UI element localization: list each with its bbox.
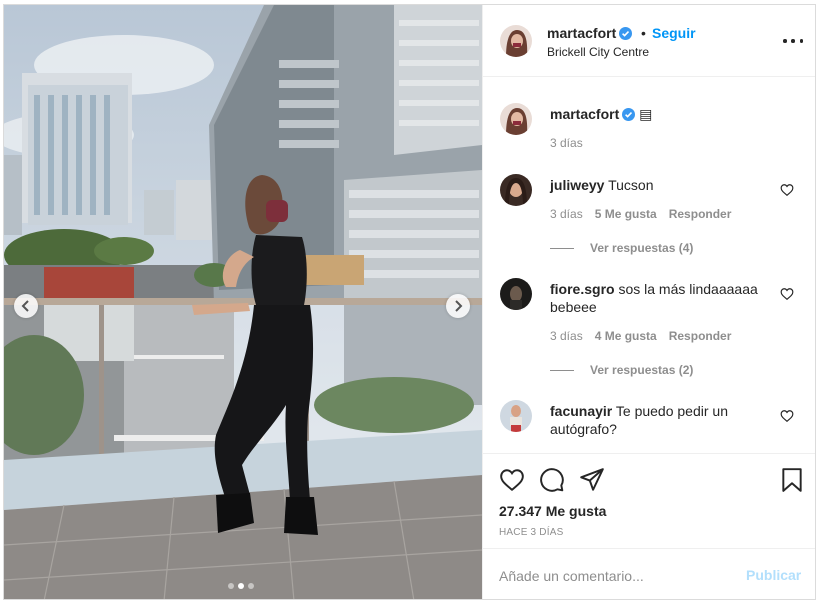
commenter-avatar-image: [500, 174, 532, 206]
caption-avatar-image: [500, 103, 532, 135]
comment-input[interactable]: [499, 567, 729, 585]
photo-illustration: [4, 5, 482, 599]
header-separator: •: [641, 25, 646, 41]
follow-button[interactable]: Seguir: [652, 25, 696, 41]
comment-likes[interactable]: 4 Me gusta: [595, 329, 657, 343]
comment-username[interactable]: juliweyy: [550, 177, 604, 193]
comment-text-1: juliweyy Tucson: [550, 176, 770, 194]
comment-username[interactable]: fiore.sgro: [550, 281, 615, 297]
verified-badge-icon: [622, 108, 636, 121]
more-horizontal-icon: [799, 39, 803, 43]
comment-text-3: facunayir Te puedo pedir un autógrafo?: [550, 402, 770, 438]
heart-icon[interactable]: [780, 409, 794, 423]
comment-avatar-fiore[interactable]: [500, 278, 532, 310]
view-replies-button[interactable]: Ver respuestas (4): [550, 241, 693, 255]
comment-time[interactable]: 3 días: [550, 207, 583, 221]
caption: martacfort ▤: [550, 105, 770, 123]
replies-line: [550, 369, 574, 371]
post-card: martacfort • Seguir Brickell City Centre…: [3, 4, 816, 600]
chevron-left-icon: [21, 300, 29, 312]
caption-username[interactable]: martacfort: [550, 106, 619, 122]
commenter-avatar-image: [500, 278, 532, 310]
author-username[interactable]: martacfort: [547, 25, 633, 41]
post-photo[interactable]: [4, 5, 482, 599]
verified-badge-icon: [619, 27, 633, 40]
more-horizontal-icon: [791, 39, 795, 43]
comment-meta-1: 3 días 5 Me gusta Responder: [550, 207, 731, 221]
author-avatar-image: [500, 25, 532, 57]
caption-emoji: ▤: [639, 106, 653, 122]
view-replies-label[interactable]: Ver respuestas (2): [590, 363, 693, 377]
more-options-button[interactable]: [783, 33, 803, 49]
carousel-dot: [248, 583, 254, 589]
carousel-dot: [238, 583, 244, 589]
heart-icon[interactable]: [780, 183, 794, 197]
commenter-avatar-image: [500, 400, 532, 432]
comments-list[interactable]: martacfort ▤ 3 días juliweyy Tucson 3 dí…: [483, 78, 815, 453]
comment-text-2: fiore.sgro sos la más lindaaaaaa bebeee: [550, 280, 770, 316]
view-replies-button[interactable]: Ver respuestas (2): [550, 363, 693, 377]
next-photo-button[interactable]: [446, 294, 470, 318]
view-replies-label[interactable]: Ver respuestas (4): [590, 241, 693, 255]
caption-time[interactable]: 3 días: [550, 136, 583, 150]
post-side-panel: martacfort • Seguir Brickell City Centre…: [482, 5, 815, 599]
comment-composer: Publicar: [483, 548, 815, 599]
caption-avatar[interactable]: [500, 103, 532, 135]
bookmark-icon[interactable]: [779, 467, 805, 493]
chevron-right-icon: [455, 300, 463, 312]
publish-button[interactable]: Publicar: [746, 567, 801, 583]
post-timestamp[interactable]: HACE 3 DÍAS: [499, 527, 563, 538]
heart-icon[interactable]: [499, 467, 525, 493]
carousel-dot: [228, 583, 234, 589]
post-actions: 27.347 Me gusta HACE 3 DÍAS Publicar: [483, 453, 815, 599]
caption-meta: 3 días: [550, 136, 583, 150]
more-horizontal-icon: [783, 39, 787, 43]
likes-count[interactable]: 27.347 Me gusta: [499, 503, 606, 519]
share-icon[interactable]: [579, 467, 605, 493]
previous-photo-button[interactable]: [14, 294, 38, 318]
comment-meta-2: 3 días 4 Me gusta Responder: [550, 329, 731, 343]
comment-body: Tucson: [608, 177, 654, 193]
carousel-indicator: [228, 583, 254, 589]
post-header: martacfort • Seguir Brickell City Centre: [483, 5, 815, 77]
comment-likes[interactable]: 5 Me gusta: [595, 207, 657, 221]
comment-username[interactable]: facunayir: [550, 403, 612, 419]
comment-avatar-juliweyy[interactable]: [500, 174, 532, 206]
replies-line: [550, 247, 574, 249]
comment-time[interactable]: 3 días: [550, 329, 583, 343]
comment-icon[interactable]: [539, 467, 565, 493]
post-location[interactable]: Brickell City Centre: [547, 45, 649, 59]
heart-icon[interactable]: [780, 287, 794, 301]
reply-button[interactable]: Responder: [669, 329, 732, 343]
comment-avatar-facunayir[interactable]: [500, 400, 532, 432]
author-username-text[interactable]: martacfort: [547, 25, 616, 41]
reply-button[interactable]: Responder: [669, 207, 732, 221]
author-avatar[interactable]: [500, 25, 532, 57]
